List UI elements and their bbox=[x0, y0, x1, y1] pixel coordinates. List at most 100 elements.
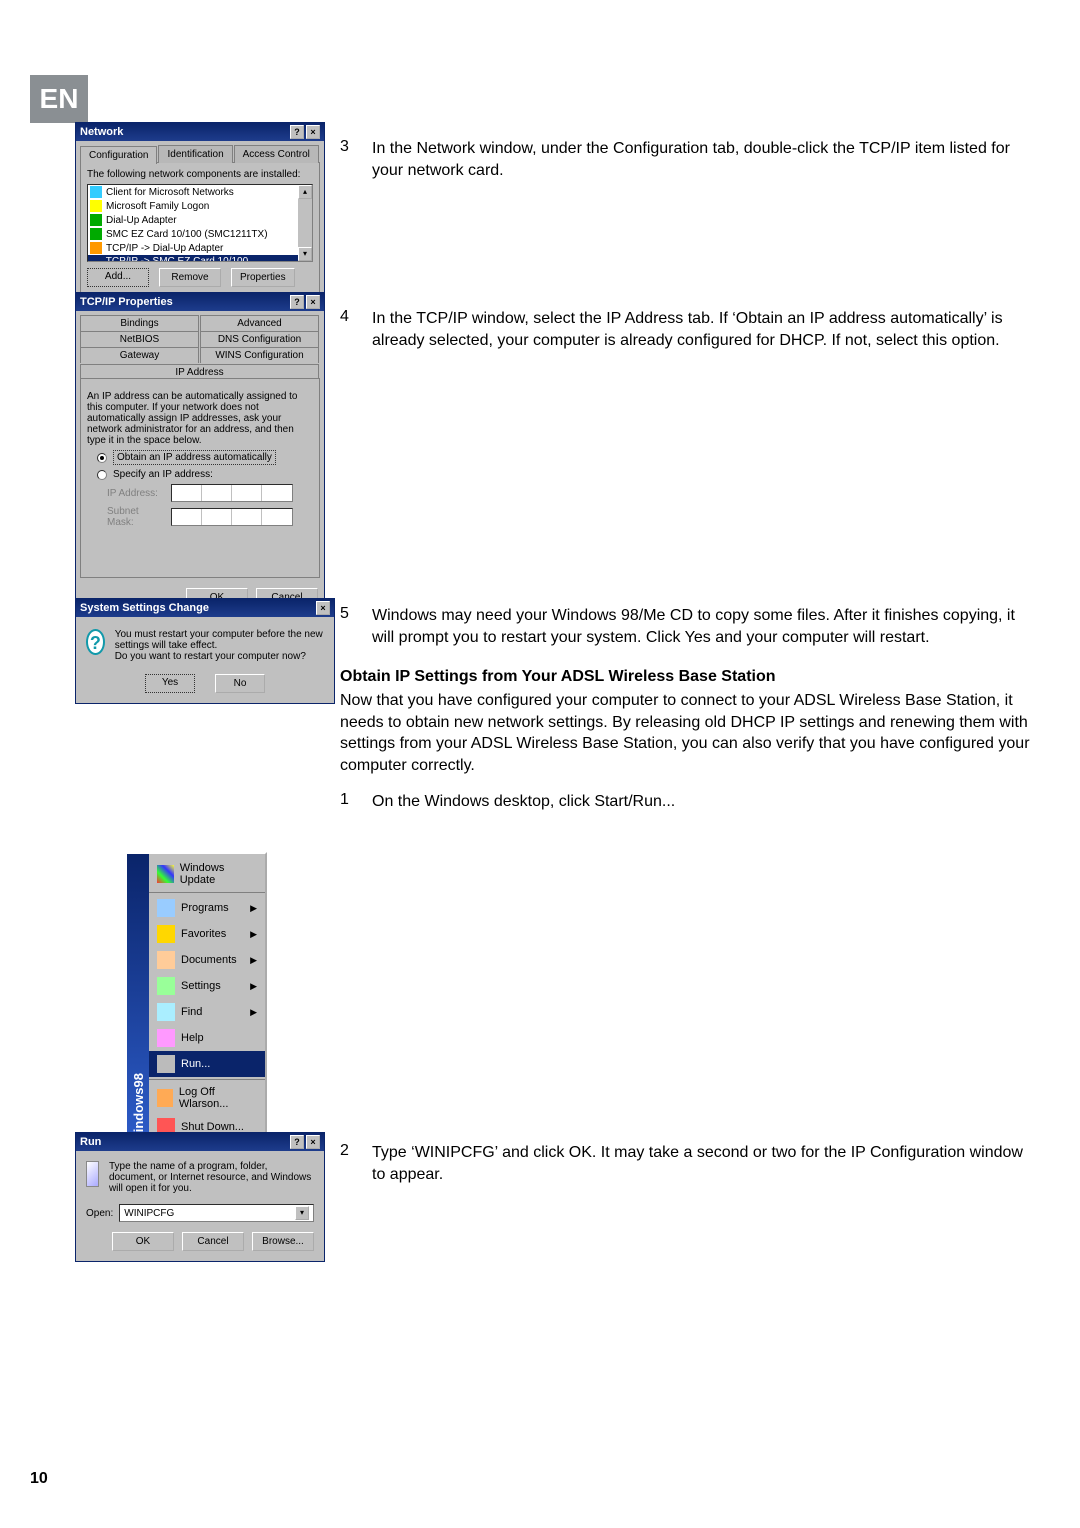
menu-windows-update[interactable]: Windows Update bbox=[149, 858, 265, 890]
network-tabs: Configuration Identification Access Cont… bbox=[80, 145, 320, 163]
list-item: Microsoft Family Logon bbox=[106, 201, 209, 212]
scrollbar[interactable]: ▴ ▾ bbox=[298, 185, 312, 261]
tab-identification[interactable]: Identification bbox=[158, 145, 232, 163]
find-icon bbox=[157, 1003, 175, 1021]
radio-obtain-auto[interactable] bbox=[97, 453, 107, 463]
protocol-icon bbox=[90, 261, 102, 262]
yes-button[interactable]: Yes bbox=[145, 674, 195, 693]
ip-address-input bbox=[171, 484, 293, 502]
help-icon[interactable]: ? bbox=[290, 125, 304, 139]
menu-settings[interactable]: Settings▶ bbox=[149, 973, 265, 999]
no-button[interactable]: No bbox=[215, 674, 265, 693]
close-icon[interactable]: × bbox=[316, 601, 330, 615]
chevron-right-icon: ▶ bbox=[250, 929, 257, 940]
list-item: Client for Microsoft Networks bbox=[106, 187, 234, 198]
syschange-titlebar: System Settings Change × bbox=[76, 599, 334, 617]
network-title: Network bbox=[80, 126, 123, 138]
run-input[interactable]: WINIPCFG ▾ bbox=[119, 1204, 314, 1222]
run-dialog: Run ? × Type the name of a program, fold… bbox=[75, 1132, 325, 1262]
menu-logoff[interactable]: Log Off Wlarson... bbox=[149, 1082, 265, 1114]
settings-icon bbox=[157, 977, 175, 995]
tab-netbios[interactable]: NetBIOS bbox=[80, 331, 199, 347]
network-components-list[interactable]: Client for Microsoft Networks Microsoft … bbox=[87, 184, 313, 262]
list-item: TCP/IP -> SMC EZ Card 10/100 (SMC1211TX) bbox=[106, 256, 310, 262]
step-text: On the Windows desktop, click Start/Run.… bbox=[372, 791, 1040, 813]
step-text: In the Network window, under the Configu… bbox=[372, 138, 1040, 181]
subnet-mask-input bbox=[171, 508, 293, 526]
tab-gateway[interactable]: Gateway bbox=[80, 347, 199, 363]
ip-address-label: IP Address: bbox=[107, 488, 163, 499]
network-titlebar: Network ? × bbox=[76, 123, 324, 141]
start-menu: Windows98 Windows Update Programs▶ Favor… bbox=[125, 852, 287, 1168]
adapter-icon bbox=[90, 228, 102, 240]
remove-button[interactable]: Remove bbox=[159, 268, 221, 287]
question-icon: ? bbox=[86, 629, 105, 655]
update-icon bbox=[157, 865, 174, 883]
cancel-button[interactable]: Cancel bbox=[182, 1232, 244, 1251]
logon-icon bbox=[90, 200, 102, 212]
tab-dns[interactable]: DNS Configuration bbox=[200, 331, 319, 347]
tab-advanced[interactable]: Advanced bbox=[200, 315, 319, 331]
scroll-down-icon[interactable]: ▾ bbox=[298, 247, 312, 261]
step-text: Windows may need your Windows 98/Me CD t… bbox=[372, 605, 1040, 648]
radio-obtain-label: Obtain an IP address automatically bbox=[113, 450, 276, 465]
run-input-value: WINIPCFG bbox=[124, 1208, 174, 1219]
ok-button[interactable]: OK bbox=[112, 1232, 174, 1251]
step-text: Type ‘WINIPCFG’ and click OK. It may tak… bbox=[372, 1142, 1040, 1185]
scroll-up-icon[interactable]: ▴ bbox=[298, 185, 312, 199]
favorites-icon bbox=[157, 925, 175, 943]
programs-icon bbox=[157, 899, 175, 917]
step-number: 2 bbox=[340, 1142, 358, 1185]
list-item: Dial-Up Adapter bbox=[106, 215, 177, 226]
chevron-right-icon: ▶ bbox=[250, 955, 257, 966]
add-button[interactable]: Add... bbox=[87, 268, 149, 287]
menu-documents[interactable]: Documents▶ bbox=[149, 947, 265, 973]
documents-icon bbox=[157, 951, 175, 969]
properties-button[interactable]: Properties bbox=[231, 268, 295, 287]
close-icon[interactable]: × bbox=[306, 1135, 320, 1149]
client-icon bbox=[90, 186, 102, 198]
section-heading: Obtain IP Settings from Your ADSL Wirele… bbox=[340, 668, 1040, 686]
tcpip-title: TCP/IP Properties bbox=[80, 296, 173, 308]
close-icon[interactable]: × bbox=[306, 295, 320, 309]
radio-specify[interactable] bbox=[97, 470, 107, 480]
step-number: 4 bbox=[340, 308, 358, 351]
run-title: Run bbox=[80, 1136, 101, 1148]
menu-help[interactable]: Help bbox=[149, 1025, 265, 1051]
help-icon bbox=[157, 1029, 175, 1047]
run-icon bbox=[157, 1055, 175, 1073]
list-item: TCP/IP -> Dial-Up Adapter bbox=[106, 243, 223, 254]
chevron-right-icon: ▶ bbox=[250, 1007, 257, 1018]
language-tag: EN bbox=[30, 75, 88, 123]
help-icon[interactable]: ? bbox=[290, 1135, 304, 1149]
step-number: 1 bbox=[340, 791, 358, 813]
run-description: Type the name of a program, folder, docu… bbox=[109, 1161, 314, 1194]
tab-configuration[interactable]: Configuration bbox=[80, 146, 157, 164]
chevron-right-icon: ▶ bbox=[250, 981, 257, 992]
menu-run[interactable]: Run... bbox=[149, 1051, 265, 1077]
tcpip-titlebar: TCP/IP Properties ? × bbox=[76, 293, 324, 311]
help-icon[interactable]: ? bbox=[290, 295, 304, 309]
network-components-label: The following network components are ins… bbox=[87, 169, 313, 180]
menu-favorites[interactable]: Favorites▶ bbox=[149, 921, 265, 947]
network-window: Network ? × Configuration Identification… bbox=[75, 122, 325, 299]
tcpip-window: TCP/IP Properties ? × Bindings Advanced … bbox=[75, 292, 325, 614]
browse-button[interactable]: Browse... bbox=[252, 1232, 314, 1251]
close-icon[interactable]: × bbox=[306, 125, 320, 139]
menu-programs[interactable]: Programs▶ bbox=[149, 895, 265, 921]
menu-find[interactable]: Find▶ bbox=[149, 999, 265, 1025]
adapter-icon bbox=[90, 214, 102, 226]
tab-wins[interactable]: WINS Configuration bbox=[200, 347, 319, 363]
tab-access-control[interactable]: Access Control bbox=[234, 145, 319, 163]
protocol-icon bbox=[90, 242, 102, 254]
run-app-icon bbox=[86, 1161, 99, 1187]
run-open-label: Open: bbox=[86, 1208, 113, 1219]
tab-bindings[interactable]: Bindings bbox=[80, 315, 199, 331]
syschange-title: System Settings Change bbox=[80, 602, 209, 614]
step-number: 3 bbox=[340, 138, 358, 181]
run-titlebar: Run ? × bbox=[76, 1133, 324, 1151]
chevron-down-icon[interactable]: ▾ bbox=[295, 1206, 309, 1220]
step-text: In the TCP/IP window, select the IP Addr… bbox=[372, 308, 1040, 351]
system-settings-dialog: System Settings Change × ? You must rest… bbox=[75, 598, 335, 704]
radio-specify-label: Specify an IP address: bbox=[113, 469, 213, 480]
